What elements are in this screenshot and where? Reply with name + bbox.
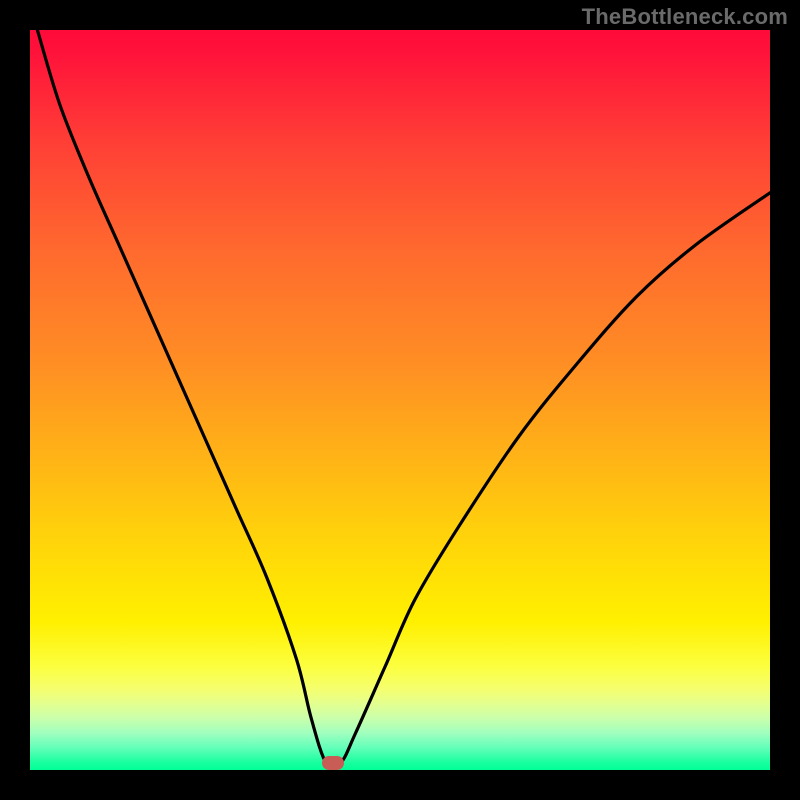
bottleneck-curve — [30, 30, 770, 770]
optimal-point-marker — [322, 756, 344, 770]
plot-area — [30, 30, 770, 770]
chart-frame: TheBottleneck.com — [0, 0, 800, 800]
watermark-text: TheBottleneck.com — [582, 4, 788, 30]
